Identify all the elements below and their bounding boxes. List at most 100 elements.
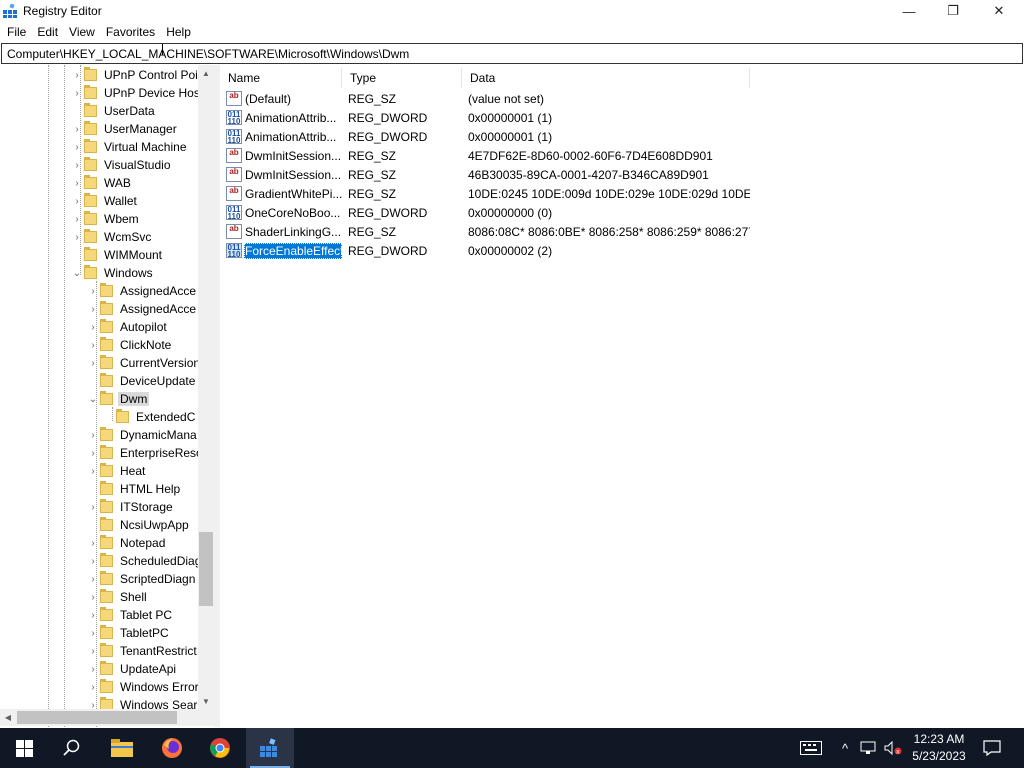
menu-file[interactable]: File: [0, 22, 30, 42]
tree-node[interactable]: › VisualStudio: [70, 156, 173, 174]
volume-button[interactable]: x: [882, 728, 904, 768]
values-list[interactable]: Name Type Data ab (Default) REG_SZ (value n…: [220, 65, 1024, 727]
chevron-right-icon[interactable]: ›: [70, 232, 84, 243]
tree-node[interactable]: › UPnP Device Hos: [70, 84, 202, 102]
task-view-tray-button[interactable]: [796, 728, 826, 768]
tree-node[interactable]: › Heat: [86, 462, 147, 480]
chevron-right-icon[interactable]: ›: [86, 556, 100, 567]
chevron-right-icon[interactable]: ›: [86, 340, 100, 351]
chevron-right-icon[interactable]: ›: [86, 304, 100, 315]
chevron-right-icon[interactable]: ›: [70, 160, 84, 171]
tree-node[interactable]: › Tablet PC: [86, 606, 174, 624]
tree-node[interactable]: › AssignedAcce: [86, 300, 198, 318]
tree-node[interactable]: › ClickNote: [86, 336, 173, 354]
tree-node[interactable]: › Virtual Machine: [70, 138, 189, 156]
chevron-right-icon[interactable]: ›: [86, 286, 100, 297]
tree-node[interactable]: › UpdateApi: [86, 660, 178, 678]
tree-node[interactable]: › ITStorage: [86, 498, 175, 516]
chevron-down-icon[interactable]: ⌄: [86, 394, 100, 405]
chevron-right-icon[interactable]: ›: [70, 124, 84, 135]
chevron-right-icon[interactable]: ›: [86, 574, 100, 585]
tree-horizontal-scrollbar[interactable]: ◀: [0, 709, 214, 726]
value-row[interactable]: ab ShaderLinkingG... REG_SZ 8086:08C* 8086:…: [220, 223, 760, 242]
chevron-right-icon[interactable]: ›: [86, 664, 100, 675]
tree-node[interactable]: ⌄ Windows: [70, 264, 155, 282]
network-button[interactable]: [858, 728, 878, 768]
chevron-right-icon[interactable]: ›: [70, 196, 84, 207]
tree-node[interactable]: › Windows Error: [86, 678, 201, 696]
menu-view[interactable]: View: [62, 22, 99, 42]
chevron-right-icon[interactable]: ›: [70, 178, 84, 189]
tree-node[interactable]: › Notepad: [86, 534, 167, 552]
tree-vertical-scroll-thumb[interactable]: [199, 532, 213, 606]
chevron-right-icon[interactable]: ›: [86, 358, 100, 369]
scroll-down-icon[interactable]: ▼: [198, 693, 214, 709]
chevron-right-icon[interactable]: ›: [86, 646, 100, 657]
search-button[interactable]: [48, 728, 96, 768]
scroll-left-icon[interactable]: ◀: [0, 709, 16, 725]
tree-node[interactable]: HTML Help: [86, 480, 182, 498]
file-explorer-button[interactable]: [98, 728, 146, 768]
tree-node[interactable]: › EnterpriseReso: [86, 444, 205, 462]
tree-node[interactable]: › AssignedAcce: [86, 282, 198, 300]
tree-node[interactable]: › UPnP Control Poi: [70, 66, 200, 84]
tree-node[interactable]: › Wallet: [70, 192, 139, 210]
tree-node[interactable]: › UserManager: [70, 120, 179, 138]
tree-node[interactable]: › Wbem: [70, 210, 141, 228]
tree-node[interactable]: DeviceUpdate: [86, 372, 197, 390]
tree-node[interactable]: WIMMount: [70, 246, 164, 264]
tree-node[interactable]: › DynamicMana: [86, 426, 199, 444]
tree-node[interactable]: › TabletPC: [86, 624, 171, 642]
registry-editor-taskbar-button[interactable]: [246, 728, 294, 768]
chevron-right-icon[interactable]: ›: [86, 538, 100, 549]
address-bar[interactable]: Computer\HKEY_LOCAL_MACHINE\SOFTWARE\Mic…: [1, 43, 1023, 64]
value-row[interactable]: 011 110 AnimationAttrib... REG_DWORD 0x0000…: [220, 109, 760, 128]
maximize-button[interactable]: ❐: [930, 0, 976, 22]
notifications-button[interactable]: [978, 728, 1006, 768]
chevron-right-icon[interactable]: ›: [70, 88, 84, 99]
value-row[interactable]: ab GradientWhitePi... REG_SZ 10DE:0245 10DE…: [220, 185, 760, 204]
column-header-name[interactable]: Name: [220, 68, 342, 88]
tree-node[interactable]: › CurrentVersion: [86, 354, 202, 372]
value-row[interactable]: ab (Default) REG_SZ (value not set): [220, 90, 760, 109]
tree-node[interactable]: › ScheduledDiag: [86, 552, 203, 570]
chrome-button[interactable]: [196, 728, 244, 768]
chevron-right-icon[interactable]: ›: [70, 70, 84, 81]
menu-edit[interactable]: Edit: [30, 22, 62, 42]
tree-node[interactable]: › WcmSvc: [70, 228, 153, 246]
chevron-right-icon[interactable]: ›: [86, 430, 100, 441]
firefox-button[interactable]: [148, 728, 196, 768]
value-row[interactable]: 011 110 AnimationAttrib... REG_DWORD 0x0000…: [220, 128, 760, 147]
key-tree[interactable]: › UPnP Control Poi › UPnP Device Hos UserDat…: [0, 65, 214, 727]
column-header-type[interactable]: Type: [342, 68, 462, 88]
tree-node[interactable]: ⌄ Dwm: [86, 390, 150, 408]
tree-node[interactable]: › Autopilot: [86, 318, 169, 336]
chevron-right-icon[interactable]: ›: [70, 142, 84, 153]
tree-node[interactable]: › WAB: [70, 174, 133, 192]
value-row[interactable]: ab DwmInitSession... REG_SZ 4E7DF62E-8D60-0…: [220, 147, 760, 166]
show-hidden-icons-button[interactable]: ^: [836, 728, 854, 768]
chevron-right-icon[interactable]: ›: [86, 628, 100, 639]
tree-node[interactable]: › Shell: [86, 588, 149, 606]
close-button[interactable]: ✕: [976, 0, 1022, 22]
chevron-right-icon[interactable]: ›: [70, 214, 84, 225]
column-header-data[interactable]: Data: [462, 68, 750, 88]
chevron-right-icon[interactable]: ›: [86, 322, 100, 333]
chevron-right-icon[interactable]: ›: [86, 610, 100, 621]
chevron-down-icon[interactable]: ⌄: [70, 268, 84, 279]
tree-node[interactable]: NcsiUwpApp: [86, 516, 191, 534]
minimize-button[interactable]: —: [886, 0, 932, 22]
menu-favorites[interactable]: Favorites: [99, 22, 159, 42]
chevron-right-icon[interactable]: ›: [86, 592, 100, 603]
chevron-right-icon[interactable]: ›: [86, 682, 100, 693]
value-row[interactable]: ab DwmInitSession... REG_SZ 46B30035-89CA-0…: [220, 166, 760, 185]
value-row[interactable]: 011 110 ForceEnableEffect REG_DWORD 0x00000…: [220, 242, 760, 261]
chevron-right-icon[interactable]: ›: [86, 448, 100, 459]
value-row[interactable]: 011 110 OneCoreNoBoo... REG_DWORD 0x0000000…: [220, 204, 760, 223]
scroll-up-icon[interactable]: ▲: [198, 65, 214, 81]
start-button[interactable]: [0, 728, 48, 768]
tree-node[interactable]: › ScriptedDiagn: [86, 570, 197, 588]
system-clock[interactable]: 12:23 AM 5/23/2023: [908, 731, 970, 765]
tree-node[interactable]: ExtendedC: [102, 408, 197, 426]
tree-node[interactable]: UserData: [70, 102, 157, 120]
